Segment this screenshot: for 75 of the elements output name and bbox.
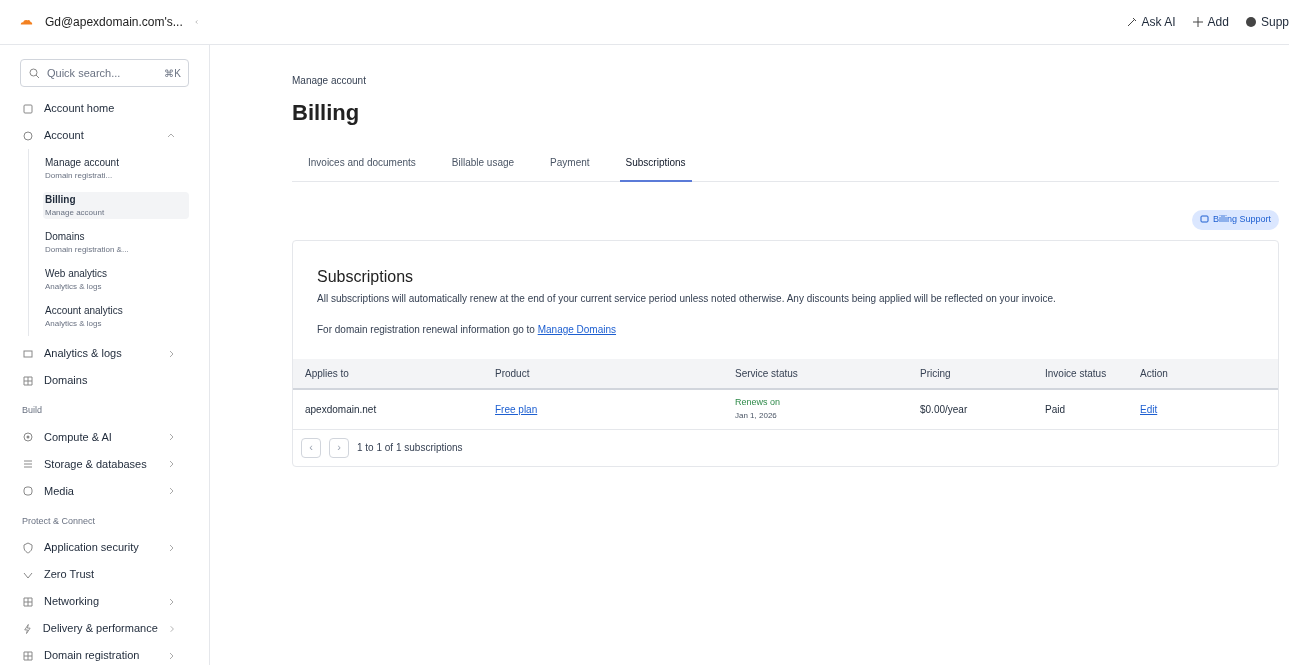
sidebar-subitem[interactable]: Domains Domain registration &... xyxy=(43,229,189,256)
tab[interactable]: Payment xyxy=(544,155,596,182)
plus-icon xyxy=(1191,16,1204,28)
sidebar-item[interactable]: Zero Trust xyxy=(20,561,189,588)
table-cell: $0.00/year xyxy=(920,403,968,415)
pagination-summary: 1 to 1 of 1 subscriptions xyxy=(357,441,463,455)
account-name[interactable]: Gd@apexdomain.com's... xyxy=(44,13,183,31)
square-icon xyxy=(22,102,34,115)
service-status: Renews on xyxy=(735,396,782,410)
nav-section-label: Protect & Connect xyxy=(21,514,97,528)
sidebar-subitem[interactable]: Manage account Domain registrati... xyxy=(43,155,189,182)
sidebar-item[interactable]: Account home xyxy=(20,95,189,122)
ask-ai-button[interactable]: Ask AI xyxy=(1125,13,1176,31)
wand-icon xyxy=(1125,16,1138,28)
tab[interactable]: Invoices and documents xyxy=(302,155,422,182)
chevron-icon xyxy=(167,651,175,660)
card-description: All subscriptions will automatically renew at the end of your current service period unless noted otherwise. Any discounts being applied will be reflected on your invoice. xyxy=(317,291,1057,306)
sidebar-item[interactable]: Domains xyxy=(20,367,189,394)
column-header: Action xyxy=(1128,358,1278,389)
chevron-icon xyxy=(167,487,175,495)
chevron-icon xyxy=(167,597,175,606)
billing-support-button[interactable]: Billing Support xyxy=(1191,210,1279,230)
collapse-icon[interactable] xyxy=(194,17,198,27)
media-icon xyxy=(22,485,34,497)
sidebar-item[interactable]: Media xyxy=(20,477,189,505)
renewal-note: For domain registration renewal information go to Manage Domains xyxy=(317,322,618,337)
product-link[interactable]: Free plan xyxy=(495,403,538,415)
tab[interactable]: Subscriptions xyxy=(619,155,692,182)
sidebar-subitem[interactable]: Billing Manage account xyxy=(43,192,189,219)
breadcrumb[interactable]: Manage account xyxy=(292,73,1279,88)
column-header: Service status xyxy=(723,358,908,389)
shortcut-hint: ⌘K xyxy=(164,67,181,81)
chevron-icon xyxy=(167,349,175,358)
bolt-icon xyxy=(22,622,33,635)
chevron-icon xyxy=(167,543,175,552)
manage-domains-link[interactable]: Manage Domains xyxy=(537,323,617,335)
grid-icon xyxy=(22,649,34,662)
circle-icon xyxy=(22,129,34,142)
stack-icon xyxy=(22,458,34,470)
sidebar-subitem[interactable]: Account analytics Analytics & logs xyxy=(43,303,189,330)
sidebar-item[interactable]: Application security xyxy=(20,534,189,561)
grid-icon xyxy=(22,595,34,608)
column-header: Applies to xyxy=(293,358,483,389)
edit-link[interactable]: Edit xyxy=(1140,403,1158,415)
tab[interactable]: Billable usage xyxy=(445,155,521,182)
sidebar-item[interactable]: Domain registration xyxy=(20,642,189,665)
add-button[interactable]: Add xyxy=(1191,13,1229,31)
chip-icon xyxy=(22,431,34,443)
nav-section-label: Build xyxy=(21,404,43,417)
sidebar-item[interactable]: Analytics & logs xyxy=(20,340,189,367)
sidebar-item[interactable]: Account xyxy=(20,122,189,149)
table-cell: Paid xyxy=(1045,403,1065,415)
chevron-icon xyxy=(167,624,175,633)
column-header: Product xyxy=(483,358,723,389)
chat-icon xyxy=(1199,215,1209,225)
chevron-icon xyxy=(167,131,175,140)
column-header: Pricing xyxy=(908,358,1033,389)
support-button[interactable]: Supp xyxy=(1244,13,1289,31)
search-icon xyxy=(29,68,40,79)
sidebar-subitem[interactable]: Web analytics Analytics & logs xyxy=(43,266,189,293)
page-title: Billing xyxy=(292,99,361,127)
shield-icon xyxy=(22,541,34,554)
service-date: Jan 1, 2026 xyxy=(735,409,778,422)
circle-icon xyxy=(1244,16,1257,28)
sidebar-item[interactable]: Delivery & performance xyxy=(20,615,189,642)
chevron-icon xyxy=(167,433,175,441)
column-header: Invoice status xyxy=(1033,358,1128,389)
sidebar-item[interactable]: Compute & AI xyxy=(20,423,189,451)
card-title: Subscriptions xyxy=(317,266,415,287)
sidebar-item[interactable]: Networking xyxy=(20,588,189,615)
chevron-icon xyxy=(167,460,175,468)
sidebar-item[interactable]: Storage & databases xyxy=(20,450,189,478)
grid-icon xyxy=(22,374,34,387)
table-cell: apexdomain.net xyxy=(305,403,377,415)
chart-icon xyxy=(22,347,34,360)
